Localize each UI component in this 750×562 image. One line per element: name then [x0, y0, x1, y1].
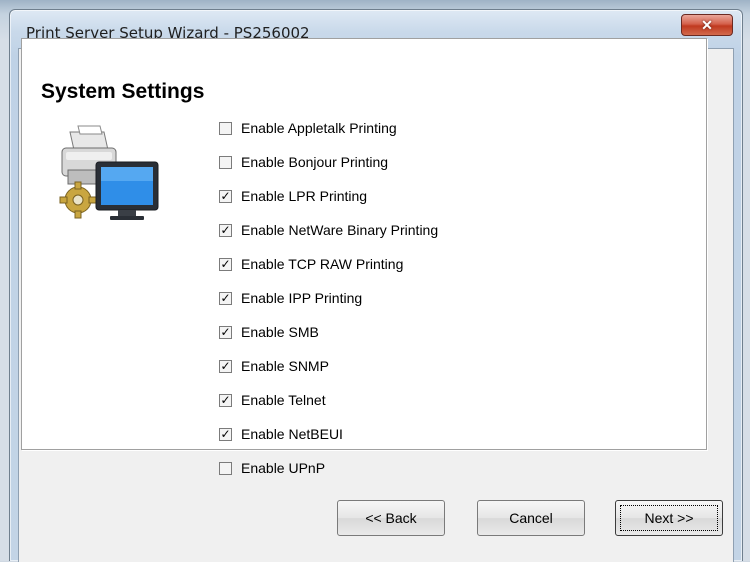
- option-label: Enable Appletalk Printing: [241, 120, 397, 136]
- option-ipp-printing[interactable]: ✓ Enable IPP Printing: [219, 288, 362, 308]
- checkmark-icon: ✓: [220, 290, 231, 305]
- option-label: Enable Telnet: [241, 392, 326, 408]
- checkbox[interactable]: ✓: [219, 256, 232, 271]
- back-button[interactable]: << Back: [337, 500, 445, 536]
- checkmark-icon: ✓: [220, 392, 231, 407]
- option-netware-binary-printing[interactable]: ✓ Enable NetWare Binary Printing: [219, 220, 438, 240]
- close-button[interactable]: ✕: [681, 14, 733, 36]
- checkmark-icon: ✓: [220, 256, 231, 271]
- option-label: Enable TCP RAW Printing: [241, 256, 404, 272]
- option-bonjour-printing[interactable]: Enable Bonjour Printing: [219, 152, 388, 172]
- section-title: System Settings: [41, 80, 205, 103]
- option-smb[interactable]: ✓ Enable SMB: [219, 322, 319, 342]
- checkbox[interactable]: ✓: [219, 222, 232, 237]
- checkmark-icon: ✓: [220, 358, 231, 373]
- checkbox[interactable]: ✓: [219, 324, 232, 339]
- next-button-label: Next >>: [644, 510, 694, 526]
- cancel-button-label: Cancel: [509, 510, 553, 526]
- option-label: Enable Bonjour Printing: [241, 154, 389, 170]
- checkmark-icon: [220, 123, 231, 134]
- checkmark-icon: [220, 157, 231, 168]
- checkmark-icon: ✓: [220, 188, 231, 203]
- option-label: Enable IPP Printing: [241, 290, 363, 306]
- option-label: Enable NetWare Binary Printing: [241, 222, 439, 238]
- checkbox[interactable]: ✓: [219, 188, 232, 203]
- checkbox[interactable]: ✓: [219, 358, 232, 373]
- option-label: Enable LPR Printing: [241, 188, 368, 204]
- checkmark-icon: ✓: [220, 426, 231, 441]
- checkmark-icon: ✓: [220, 324, 231, 339]
- checkbox[interactable]: ✓: [219, 290, 232, 305]
- next-button[interactable]: Next >>: [615, 500, 723, 536]
- option-telnet[interactable]: ✓ Enable Telnet: [219, 390, 326, 410]
- checkbox[interactable]: [219, 461, 232, 475]
- option-snmp[interactable]: ✓ Enable SNMP: [219, 356, 329, 376]
- close-icon: ✕: [701, 17, 713, 33]
- option-appletalk-printing[interactable]: Enable Appletalk Printing: [219, 118, 397, 138]
- option-label: Enable SNMP: [241, 358, 329, 374]
- checkmark-icon: ✓: [220, 222, 231, 237]
- option-label: Enable SMB: [241, 324, 319, 340]
- back-button-label: << Back: [365, 510, 417, 526]
- option-label: Enable UPnP: [241, 460, 326, 476]
- cancel-button[interactable]: Cancel: [477, 500, 585, 536]
- checkbox[interactable]: ✓: [219, 426, 232, 441]
- checkbox[interactable]: [219, 121, 232, 135]
- printer-computer-gear-icon: [59, 125, 159, 220]
- checkbox[interactable]: [219, 155, 232, 169]
- option-lpr-printing[interactable]: ✓ Enable LPR Printing: [219, 186, 367, 206]
- checkmark-icon: [220, 463, 231, 474]
- option-label: Enable NetBEUI: [241, 426, 343, 442]
- option-tcp-raw-printing[interactable]: ✓ Enable TCP RAW Printing: [219, 254, 403, 274]
- checkbox[interactable]: ✓: [219, 392, 232, 407]
- option-netbeui[interactable]: ✓ Enable NetBEUI: [219, 424, 343, 444]
- option-upnp[interactable]: Enable UPnP: [219, 458, 325, 478]
